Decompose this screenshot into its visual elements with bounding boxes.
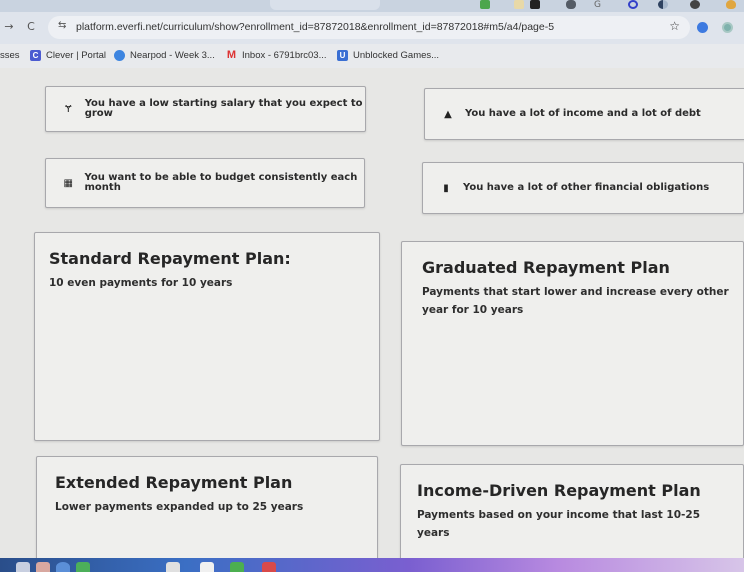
drop-zone-income-driven-plan[interactable]: Income-Driven Repayment Plan Payments ba…: [400, 464, 744, 572]
reload-icon[interactable]: C: [24, 20, 38, 33]
dock-app-icon[interactable]: [76, 562, 90, 572]
extension-icon-q[interactable]: [628, 0, 638, 9]
extension-avatar[interactable]: [722, 22, 733, 33]
drop-zone-extended-plan[interactable]: Extended Repayment Plan Lower payments e…: [36, 456, 378, 566]
drop-zone-graduated-plan[interactable]: Graduated Repayment Plan Payments that s…: [401, 241, 744, 446]
bookmark-label: Nearpod - Week 3...: [130, 50, 215, 61]
bookmark-label: sses: [0, 50, 20, 61]
dock-app-icon[interactable]: [166, 562, 180, 572]
profile-avatar[interactable]: [697, 22, 708, 33]
bookmarks-bar: sses C Clever | Portal Nearpod - Week 3.…: [0, 44, 744, 68]
plan-title: Income-Driven Repayment Plan: [417, 481, 701, 500]
extension-icon-w[interactable]: [530, 0, 540, 9]
bookmark-star-icon[interactable]: ☆: [669, 19, 680, 33]
scenario-text: You have a low starting salary that you …: [84, 98, 363, 119]
extension-icon-search[interactable]: [514, 0, 524, 9]
dock-app-icon[interactable]: [16, 562, 30, 572]
dock-app-icon[interactable]: [36, 562, 50, 572]
clever-icon: C: [30, 50, 41, 61]
scenario-text: You have a lot of income and a lot of de…: [465, 108, 701, 119]
plan-description: Payments that start lower and increase e…: [422, 286, 729, 316]
page-content: Ɏ You have a low starting salary that yo…: [0, 68, 744, 572]
dock-app-icon[interactable]: [200, 562, 214, 572]
scenario-card-financial-obligations[interactable]: ▮ You have a lot of other financial obli…: [422, 162, 744, 214]
document-icon: ▮: [443, 182, 449, 194]
plan-title: Extended Repayment Plan: [55, 473, 293, 492]
extension-icon-half-circle[interactable]: [658, 0, 668, 9]
plan-title: Graduated Repayment Plan: [422, 258, 670, 277]
url-text[interactable]: platform.everfi.net/curriculum/show?enro…: [76, 21, 554, 33]
site-settings-icon[interactable]: ⇆: [58, 20, 66, 31]
gmail-icon: M: [226, 49, 237, 61]
plan-description: Lower payments expanded up to 25 years: [55, 501, 304, 513]
bookmark-classes[interactable]: sses: [0, 50, 20, 61]
extension-icon-g[interactable]: G: [594, 0, 604, 10]
bookmark-nearpod[interactable]: Nearpod - Week 3...: [114, 50, 215, 61]
browser-tab[interactable]: [270, 0, 380, 10]
dock-app-icon[interactable]: [262, 562, 276, 572]
dock: [0, 558, 744, 572]
extension-icon-green[interactable]: [480, 0, 490, 9]
dock-app-icon[interactable]: [230, 562, 244, 572]
scenario-card-low-starting-salary[interactable]: Ɏ You have a low starting salary that yo…: [45, 86, 366, 132]
scenario-card-budget-consistently[interactable]: ▦ You want to be able to budget consiste…: [45, 158, 365, 208]
extension-icon-ear[interactable]: [726, 0, 736, 9]
forward-icon[interactable]: →: [2, 20, 16, 33]
scenario-text: You want to be able to budget consistent…: [84, 172, 358, 193]
address-bar[interactable]: ⇆ platform.everfi.net/curriculum/show?en…: [48, 16, 690, 39]
nearpod-icon: [114, 50, 125, 61]
bookmark-label: Unblocked Games...: [353, 50, 440, 61]
plan-description: Payments based on your income that last …: [417, 509, 701, 539]
bookmark-clever[interactable]: C Clever | Portal: [30, 50, 106, 61]
plan-title: Standard Repayment Plan:: [49, 249, 291, 268]
scenario-text: You have a lot of other financial obliga…: [463, 182, 710, 193]
browser-toolbar: → C ⇆ platform.everfi.net/curriculum/sho…: [0, 12, 744, 44]
tab-strip: G: [0, 0, 744, 12]
bookmark-gmail-inbox[interactable]: M Inbox - 6791brc03...: [226, 49, 327, 62]
plan-description: 10 even payments for 10 years: [49, 277, 233, 289]
sprout-icon: Ɏ: [65, 103, 72, 115]
dock-app-icon[interactable]: [56, 562, 70, 572]
scenario-card-low-income-debt[interactable]: ▲ You have a lot of income and a lot of …: [424, 88, 744, 140]
warning-icon: ▲: [444, 108, 452, 120]
bookmark-unblocked-games[interactable]: U Unblocked Games...: [337, 50, 439, 61]
calendar-icon: ▦: [63, 177, 73, 189]
extension-icon-shield[interactable]: [566, 0, 576, 9]
bookmark-label: Clever | Portal: [46, 50, 107, 61]
unblocked-games-icon: U: [337, 50, 348, 61]
drop-zone-standard-plan[interactable]: Standard Repayment Plan: 10 even payment…: [34, 232, 380, 441]
bookmark-label: Inbox - 6791brc03...: [242, 50, 327, 61]
extension-icon-chrome[interactable]: [690, 0, 700, 9]
